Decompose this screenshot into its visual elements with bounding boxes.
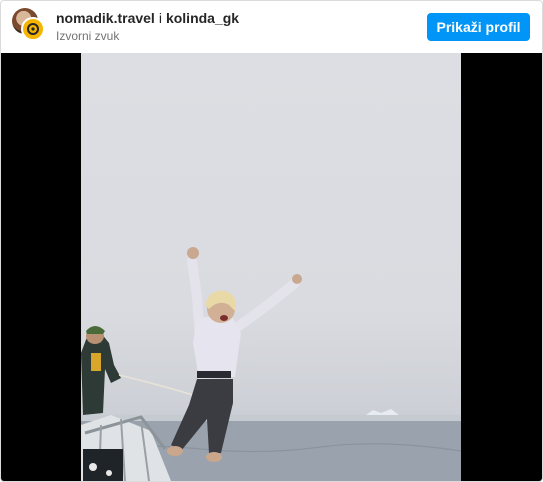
view-profile-button[interactable]: Prikaži profil [427,13,530,41]
instagram-embed: nomadik.travel i kolinda_gk Izvorni zvuk P… [0,0,543,482]
audio-badge-icon [21,17,45,41]
video-frame[interactable] [81,53,461,481]
audio-label[interactable]: Izvorni zvuk [56,29,239,43]
account-link-1[interactable]: nomadik.travel [56,10,155,26]
account-link-2[interactable]: kolinda_gk [166,10,239,26]
rope [118,374,204,399]
account-separator: i [158,10,162,26]
header-titles: nomadik.travel i kolinda_gk Izvorni zvuk [56,10,239,43]
video-scene [81,247,461,481]
account-names: nomadik.travel i kolinda_gk [56,10,239,26]
person-holding-rope [81,326,121,415]
avatar[interactable] [12,8,46,42]
embed-header: nomadik.travel i kolinda_gk Izvorni zvuk P… [1,1,542,53]
iceberg [366,409,399,415]
media-area[interactable] [1,53,542,481]
